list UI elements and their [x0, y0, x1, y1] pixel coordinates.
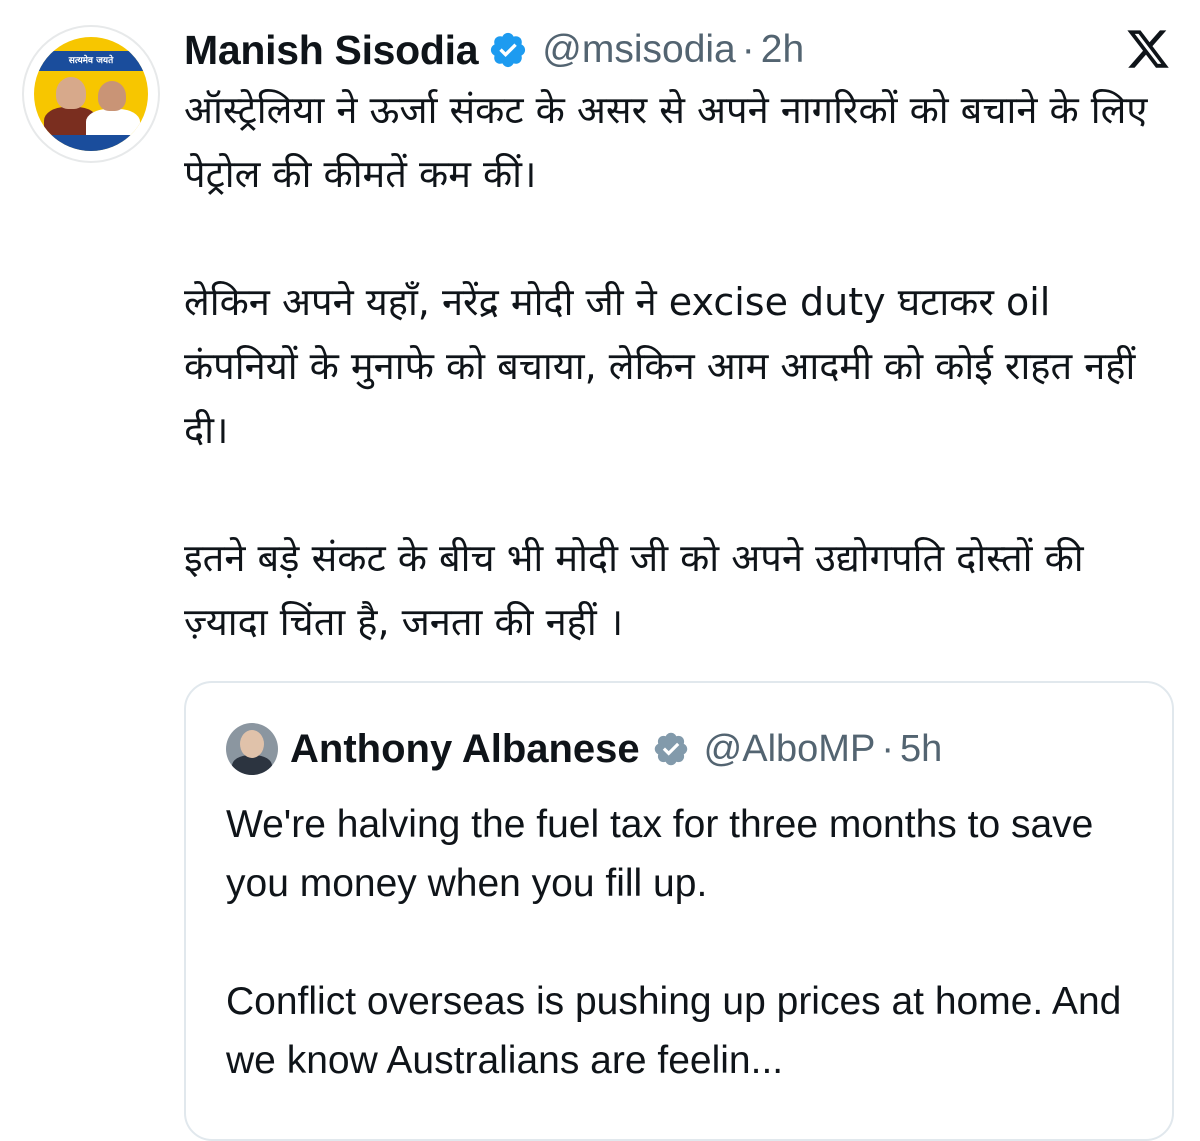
- government-verified-badge-icon: [652, 730, 690, 768]
- tweet-timestamp[interactable]: 2h: [761, 28, 804, 72]
- tweet-text: ऑस्ट्रेलिया ने ऊर्जा संकट के असर से अपने…: [184, 78, 1174, 654]
- quoted-tweet-timestamp[interactable]: 5h: [900, 728, 942, 771]
- avatar-image: सत्यमेव जयते: [34, 37, 148, 151]
- tweet-paragraph: इतने बड़े संकट के बीच भी मोदी जी को अपने…: [184, 536, 1084, 644]
- author-avatar[interactable]: सत्यमेव जयते: [22, 25, 160, 163]
- avatar-banner-text: सत्यमेव जयते: [34, 51, 148, 71]
- tweet-paragraph: लेकिन अपने यहाँ, नरेंद्र मोदी जी ने exci…: [184, 280, 1136, 452]
- author-name[interactable]: Manish Sisodia: [184, 27, 479, 74]
- separator-dot: ·: [741, 28, 755, 71]
- verified-badge-icon: [488, 30, 528, 70]
- quoted-author-handle[interactable]: @AlboMP: [704, 728, 876, 771]
- avatar-footer-band: [34, 135, 148, 151]
- avatar-figure: [56, 77, 86, 109]
- quoted-author-name[interactable]: Anthony Albanese: [290, 727, 640, 772]
- quoted-tweet-card[interactable]: Anthony Albanese @AlboMP · 5h We're halv…: [184, 681, 1174, 1141]
- tweet: सत्यमेव जयते Manish Sisodia @msisodia · …: [0, 0, 1200, 1141]
- quoted-tweet-paragraph: Conflict overseas is pushing up prices a…: [226, 980, 1122, 1082]
- quoted-author-avatar[interactable]: [226, 723, 278, 775]
- quoted-tweet-paragraph: We're halving the fuel tax for three mon…: [226, 803, 1094, 905]
- avatar-figure: [240, 730, 264, 758]
- tweet-header: Manish Sisodia @msisodia · 2h: [184, 22, 804, 78]
- x-logo-icon[interactable]: [1124, 26, 1172, 72]
- tweet-paragraph: ऑस्ट्रेलिया ने ऊर्जा संकट के असर से अपने…: [184, 88, 1148, 196]
- quoted-tweet-header: Anthony Albanese @AlboMP · 5h: [290, 721, 942, 777]
- avatar-figure: [98, 81, 126, 111]
- author-handle[interactable]: @msisodia: [542, 28, 735, 72]
- avatar-figure: [232, 755, 272, 775]
- quoted-tweet-text: We're halving the fuel tax for three mon…: [226, 795, 1146, 1090]
- separator-dot: ·: [881, 727, 894, 770]
